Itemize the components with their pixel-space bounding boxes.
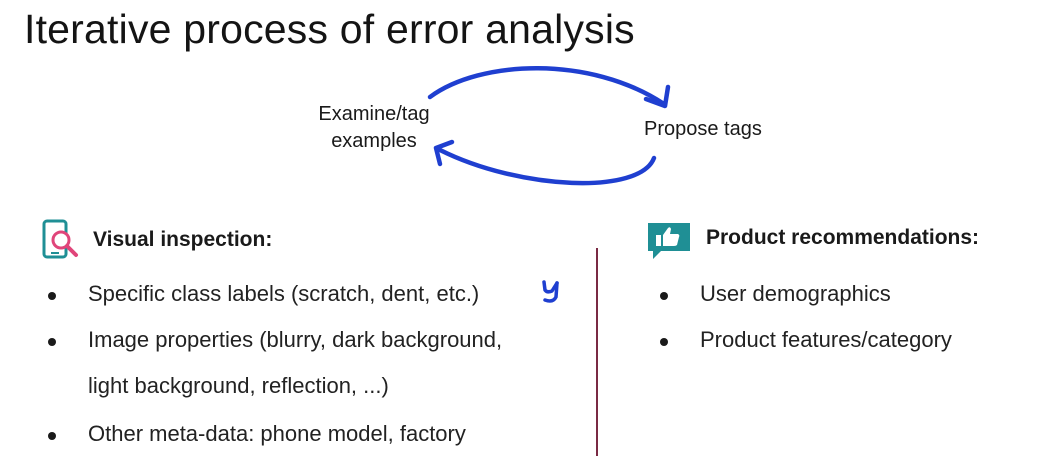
list-item-text: User demographics — [700, 281, 891, 306]
product-recommendations-heading: Product recommendations: — [706, 226, 980, 249]
examine-tag-label: Examine/tag examples — [294, 101, 454, 155]
handwritten-y-annotation — [542, 280, 559, 303]
propose-tags-label: Propose tags — [644, 118, 762, 140]
top-cycle-arrow — [427, 66, 667, 107]
bullet-icon — [48, 292, 56, 300]
bullet-icon — [660, 292, 668, 300]
list-item-text: Product features/category — [700, 327, 952, 352]
bullet-icon — [660, 338, 668, 346]
list-item-text: Other meta-data: phone model, factory — [88, 421, 466, 446]
list-item: User demographics — [660, 281, 891, 307]
examine-tag-label-line1: Examine/tag — [318, 103, 430, 125]
list-item-continuation: light background, reflection, ...) — [88, 373, 389, 399]
bullet-icon — [48, 338, 56, 346]
list-item: Other meta-data: phone model, factory — [48, 421, 466, 447]
thumbs-up-icon — [648, 223, 690, 259]
list-item-text: Specific class labels (scratch, dent, et… — [88, 281, 480, 306]
bullet-icon — [48, 432, 56, 440]
section-divider — [596, 248, 598, 456]
page-title: Iterative process of error analysis — [24, 6, 635, 52]
top-arrowhead-icon — [643, 84, 671, 109]
bottom-cycle-arrow — [437, 147, 657, 186]
list-item-text: Image properties (blurry, dark backgroun… — [88, 327, 503, 352]
examine-tag-label-line2: examples — [331, 130, 417, 152]
list-item-text: light background, reflection, ...) — [88, 373, 389, 398]
list-item: Image properties (blurry, dark backgroun… — [48, 327, 503, 353]
list-item: Specific class labels (scratch, dent, et… — [48, 281, 480, 307]
list-item: Product features/category — [660, 327, 952, 353]
visual-inspection-heading: Visual inspection: — [93, 228, 273, 251]
phone-magnifier-icon — [42, 219, 78, 259]
